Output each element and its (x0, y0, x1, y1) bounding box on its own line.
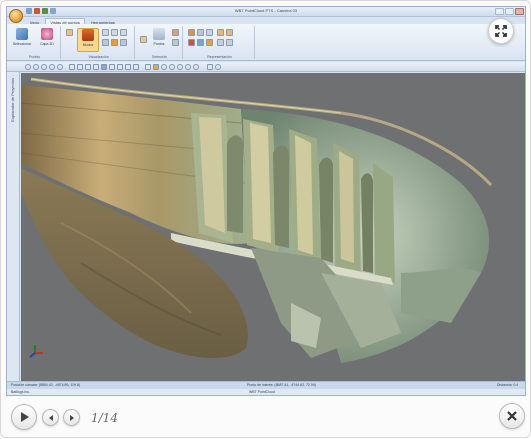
previous-button[interactable] (42, 409, 59, 426)
distance-text: Distancia: 0.4 (497, 383, 519, 387)
project-explorer-panel[interactable]: Explorador de Proyectos (7, 72, 20, 381)
ellipse-icon[interactable] (193, 64, 199, 70)
viewer-controls: 1/14 (1, 397, 531, 439)
point-of-interest-text: Punto de interés: (8687.41, -4744.62, 72… (247, 383, 316, 387)
settings-icon[interactable] (215, 64, 221, 70)
close-window-button[interactable] (515, 8, 524, 15)
select-icon (16, 28, 28, 40)
grid-icon[interactable] (217, 39, 224, 46)
gradient-icon[interactable] (226, 29, 233, 36)
box-select-icon[interactable] (172, 29, 179, 36)
cone-icon[interactable] (177, 64, 183, 70)
torus-icon[interactable] (185, 64, 191, 70)
dam-point-cloud-render (21, 77, 493, 363)
palette-icon[interactable] (217, 29, 224, 36)
project-explorer-label: Explorador de Proyectos (10, 78, 15, 122)
selection-icon[interactable] (140, 36, 147, 43)
perspective-icon[interactable] (145, 64, 151, 70)
layer-3d-icon (41, 28, 53, 40)
modes-icon (82, 29, 94, 41)
view-iso2-icon[interactable] (125, 64, 131, 70)
view-top-icon[interactable] (101, 64, 107, 70)
play-button[interactable] (11, 404, 37, 430)
app-window: WBT PointCloud PTS - Cansirol 03 Inicio … (6, 6, 526, 396)
close-icon (507, 411, 517, 421)
next-icon (69, 414, 74, 421)
close-viewer-button[interactable] (499, 403, 525, 429)
fullscreen-button[interactable] (488, 18, 514, 44)
view-left-icon[interactable] (85, 64, 91, 70)
play-icon (21, 412, 29, 422)
building-icon[interactable] (197, 39, 204, 46)
rgb-display-icon[interactable] (102, 39, 109, 46)
lightbox-frame: WBT PointCloud PTS - Cansirol 03 Inicio … (0, 0, 531, 438)
zoom-window-icon[interactable] (41, 64, 47, 70)
measure-icon[interactable] (207, 64, 213, 70)
clear-select-icon[interactable] (172, 39, 179, 46)
company-text: Batllogs Inc. (11, 390, 31, 394)
camera-icon[interactable] (120, 29, 127, 36)
intensity-display-icon[interactable] (111, 39, 118, 46)
sphere-icon[interactable] (161, 64, 167, 70)
view-iso-icon[interactable] (117, 64, 123, 70)
height-display-icon[interactable] (120, 39, 127, 46)
product-text: WBT PointCloud (249, 390, 275, 394)
pan-icon[interactable] (57, 64, 63, 70)
window-title: WBT PointCloud PTS - Cansirol 03 (234, 8, 298, 13)
render-icon[interactable] (153, 64, 159, 70)
color-icon[interactable] (188, 29, 195, 36)
house-icon[interactable] (188, 39, 195, 46)
expand-icon (495, 25, 507, 37)
footer-strip: Batllogs Inc. WBT PointCloud (7, 389, 525, 395)
minimize-button[interactable] (495, 8, 504, 15)
mesh-display-icon[interactable] (111, 29, 118, 36)
points-select-button[interactable]: Puntos (148, 28, 170, 52)
view-bottom-icon[interactable] (109, 64, 115, 70)
texture-icon[interactable] (206, 29, 213, 36)
image-counter: 1/14 (91, 411, 118, 425)
layers-icon[interactable] (226, 39, 233, 46)
maximize-button[interactable] (505, 8, 514, 15)
cylinder-icon[interactable] (169, 64, 175, 70)
application-menu-button[interactable] (9, 9, 23, 23)
ribbon-group-seleccion: Puntos Selección (137, 26, 183, 59)
shading-icon[interactable] (197, 29, 204, 36)
ribbon-group-visualizacion: Modos Visualización (63, 26, 135, 59)
point-cloud-viewport[interactable] (21, 73, 525, 381)
select-button[interactable]: Seleccionar (11, 28, 33, 52)
previous-icon (48, 414, 53, 421)
zoom-in-icon[interactable] (25, 64, 31, 70)
next-button[interactable] (63, 409, 80, 426)
view-toolbar (7, 62, 525, 72)
tree-icon[interactable] (206, 39, 213, 46)
ribbon-group-puntos: Seleccionar Capa 3D Puntos (9, 26, 61, 59)
modes-button[interactable]: Modos (77, 28, 99, 52)
points-display-icon[interactable] (102, 29, 109, 36)
ribbon-group-representacion: Representación (185, 26, 255, 59)
layer-3d-button[interactable]: Capa 3D (36, 28, 58, 52)
camera-position-text: Posición cámara: (8884.42, -4974.86, 119… (11, 383, 81, 387)
points-select-icon (153, 28, 165, 40)
ribbon: Seleccionar Capa 3D Puntos Modos Visuali… (7, 24, 525, 61)
zoom-out-icon[interactable] (33, 64, 39, 70)
zoom-all-icon[interactable] (49, 64, 55, 70)
view-iso3-icon[interactable] (133, 64, 139, 70)
view-front-icon[interactable] (69, 64, 75, 70)
view-mode-icon[interactable] (66, 29, 73, 36)
view-right-icon[interactable] (93, 64, 99, 70)
status-bar: Posición cámara: (8884.42, -4974.86, 119… (7, 381, 525, 389)
title-bar: WBT PointCloud PTS - Cansirol 03 (7, 7, 525, 17)
view-back-icon[interactable] (77, 64, 83, 70)
